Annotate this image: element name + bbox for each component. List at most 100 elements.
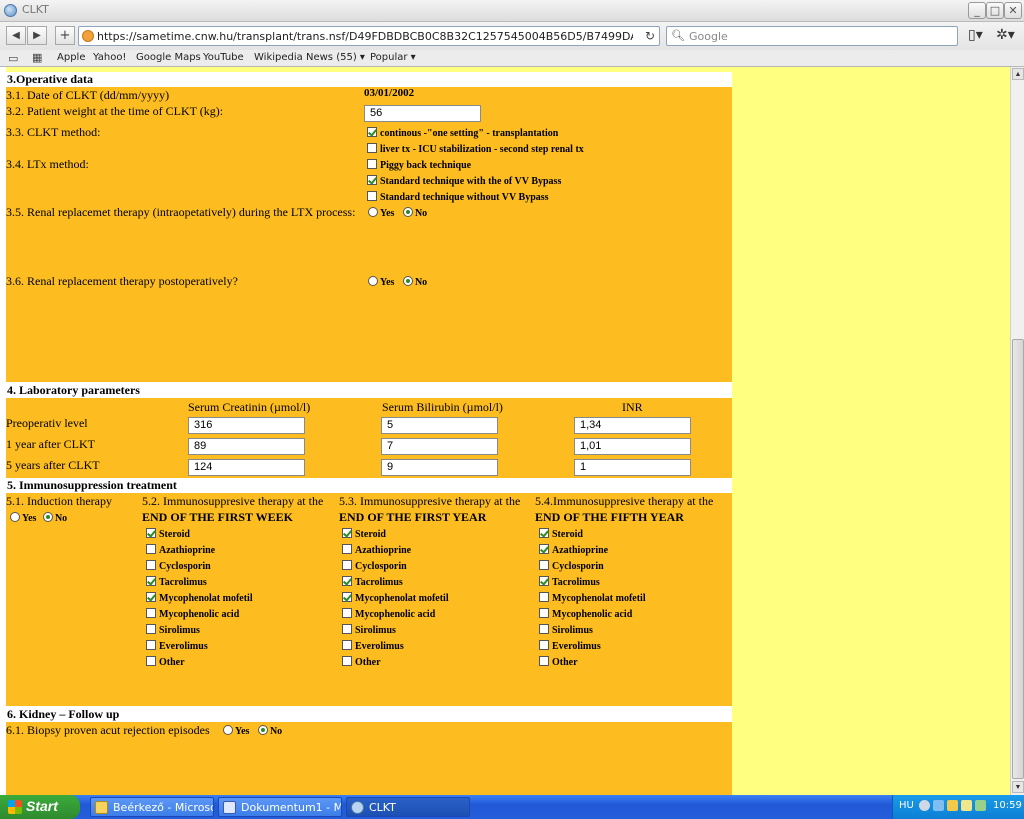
induction-no-radio[interactable] — [42, 512, 53, 522]
bookmark-wikipedia[interactable]: Wikipedia — [254, 52, 303, 63]
bookmark-news[interactable]: News (55) ▾ — [306, 52, 365, 63]
renal-intraop-yes-radio[interactable] — [368, 207, 378, 217]
drug-checkbox[interactable] — [146, 528, 156, 538]
drug-checkbox[interactable] — [342, 656, 352, 666]
drug-row-mycophenolat-mofetil[interactable]: Mycophenolat mofetil — [342, 592, 449, 604]
drug-checkbox[interactable] — [146, 608, 156, 618]
drug-row-azathioprine[interactable]: Azathioprine — [342, 544, 411, 556]
drug-row-steroid[interactable]: Steroid — [342, 528, 386, 540]
drug-checkbox[interactable] — [342, 624, 352, 634]
start-button[interactable]: Start — [0, 795, 80, 819]
method-liver-tx-checkbox[interactable] — [367, 143, 377, 153]
drug-checkbox[interactable] — [342, 640, 352, 650]
language-indicator[interactable]: HU — [899, 800, 914, 811]
drug-row-cyclosporin[interactable]: Cyclosporin — [539, 560, 604, 572]
inr-preop-input[interactable]: 1,34 — [574, 417, 691, 434]
inr-5y-input[interactable]: 1 — [574, 459, 691, 476]
bookmark-youtube[interactable]: YouTube — [203, 52, 244, 63]
drug-checkbox[interactable] — [342, 560, 352, 570]
add-bookmark-button[interactable]: + — [55, 26, 75, 45]
ltx-option-piggy-back[interactable]: Piggy back technique — [367, 159, 471, 171]
drug-checkbox[interactable] — [146, 576, 156, 586]
tray-back-icon[interactable] — [919, 800, 930, 811]
drug-row-mycophenolic-acid[interactable]: Mycophenolic acid — [146, 608, 239, 620]
drug-row-everolimus[interactable]: Everolimus — [539, 640, 601, 652]
bookmarks-book-icon[interactable]: ▭ — [8, 52, 18, 65]
bilirubin-5y-input[interactable]: 9 — [381, 459, 498, 476]
ltx-option-with-bypass[interactable]: Standard technique with the of VV Bypass — [367, 175, 561, 187]
drug-checkbox[interactable] — [539, 592, 549, 602]
drug-checkbox[interactable] — [539, 608, 549, 618]
address-bar[interactable]: https://sametime.cnw.hu/transplant/trans… — [78, 26, 660, 46]
drug-checkbox[interactable] — [539, 656, 549, 666]
drug-checkbox[interactable] — [146, 624, 156, 634]
drug-checkbox[interactable] — [539, 576, 549, 586]
drug-row-tacrolimus[interactable]: Tacrolimus — [342, 576, 403, 588]
drug-row-mycophenolic-acid[interactable]: Mycophenolic acid — [342, 608, 435, 620]
drug-checkbox[interactable] — [146, 544, 156, 554]
ltx-piggy-back-checkbox[interactable] — [367, 159, 377, 169]
drug-checkbox[interactable] — [342, 592, 352, 602]
drug-row-other[interactable]: Other — [342, 656, 381, 668]
forward-button[interactable]: ▶ — [27, 26, 47, 45]
antivirus-icon[interactable] — [947, 800, 958, 811]
page-menu-icon[interactable]: ▯▾ — [968, 27, 983, 43]
renal-intraop-no-radio[interactable] — [402, 207, 413, 217]
renal-postop-no-radio[interactable] — [402, 276, 413, 286]
drug-row-steroid[interactable]: Steroid — [146, 528, 190, 540]
drug-checkbox[interactable] — [539, 640, 549, 650]
drug-row-sirolimus[interactable]: Sirolimus — [146, 624, 200, 636]
bookmark-popular[interactable]: Popular ▾ — [370, 52, 416, 63]
drug-row-cyclosporin[interactable]: Cyclosporin — [146, 560, 211, 572]
bookmark-apple[interactable]: Apple — [57, 52, 85, 63]
volume-icon[interactable] — [975, 800, 986, 811]
method-option-liver-tx[interactable]: liver tx - ICU stabilization - second st… — [367, 143, 584, 155]
drug-row-tacrolimus[interactable]: Tacrolimus — [146, 576, 207, 588]
drug-checkbox[interactable] — [539, 528, 549, 538]
induction-yes-radio[interactable] — [10, 512, 20, 522]
drug-row-azathioprine[interactable]: Azathioprine — [539, 544, 608, 556]
drug-checkbox[interactable] — [342, 544, 352, 554]
back-button[interactable]: ◀ — [6, 26, 26, 45]
drug-checkbox[interactable] — [146, 656, 156, 666]
drug-row-mycophenolat-mofetil[interactable]: Mycophenolat mofetil — [146, 592, 253, 604]
biopsy-no-radio[interactable] — [257, 725, 268, 735]
url-text[interactable]: https://sametime.cnw.hu/transplant/trans… — [97, 30, 633, 43]
drug-row-sirolimus[interactable]: Sirolimus — [342, 624, 396, 636]
ltx-without-bypass-checkbox[interactable] — [367, 191, 377, 201]
drug-row-tacrolimus[interactable]: Tacrolimus — [539, 576, 600, 588]
drug-checkbox[interactable] — [539, 544, 549, 554]
drug-checkbox[interactable] — [146, 640, 156, 650]
drug-checkbox[interactable] — [342, 576, 352, 586]
drug-row-everolimus[interactable]: Everolimus — [146, 640, 208, 652]
reload-icon[interactable]: ↻ — [645, 29, 655, 43]
creatinin-5y-input[interactable]: 124 — [188, 459, 305, 476]
drug-row-mycophenolic-acid[interactable]: Mycophenolic acid — [539, 608, 632, 620]
bilirubin-preop-input[interactable]: 5 — [381, 417, 498, 434]
drug-checkbox[interactable] — [146, 560, 156, 570]
task-outlook[interactable]: Beérkező - Microsoft ... — [90, 797, 214, 817]
drug-checkbox[interactable] — [342, 528, 352, 538]
drug-checkbox[interactable] — [146, 592, 156, 602]
method-option-continous[interactable]: continous -"one setting" - transplantati… — [367, 127, 558, 139]
bilirubin-1y-input[interactable]: 7 — [381, 438, 498, 455]
maximize-button[interactable]: □ — [986, 2, 1004, 19]
drug-row-other[interactable]: Other — [539, 656, 578, 668]
inr-1y-input[interactable]: 1,01 — [574, 438, 691, 455]
drug-row-mycophenolat-mofetil[interactable]: Mycophenolat mofetil — [539, 592, 646, 604]
drug-row-sirolimus[interactable]: Sirolimus — [539, 624, 593, 636]
bookmark-yahoo[interactable]: Yahoo! — [93, 52, 126, 63]
task-clkt[interactable]: CLKT — [346, 797, 470, 817]
scroll-down-icon[interactable]: ▼ — [1012, 781, 1024, 793]
drug-row-cyclosporin[interactable]: Cyclosporin — [342, 560, 407, 572]
creatinin-preop-input[interactable]: 316 — [188, 417, 305, 434]
drug-row-steroid[interactable]: Steroid — [539, 528, 583, 540]
drug-row-everolimus[interactable]: Everolimus — [342, 640, 404, 652]
gear-icon[interactable]: ✲▾ — [996, 27, 1015, 43]
drug-row-other[interactable]: Other — [146, 656, 185, 668]
drug-checkbox[interactable] — [539, 624, 549, 634]
drug-row-azathioprine[interactable]: Azathioprine — [146, 544, 215, 556]
drug-checkbox[interactable] — [342, 608, 352, 618]
creatinin-1y-input[interactable]: 89 — [188, 438, 305, 455]
weight-input[interactable]: 56 — [364, 105, 481, 122]
